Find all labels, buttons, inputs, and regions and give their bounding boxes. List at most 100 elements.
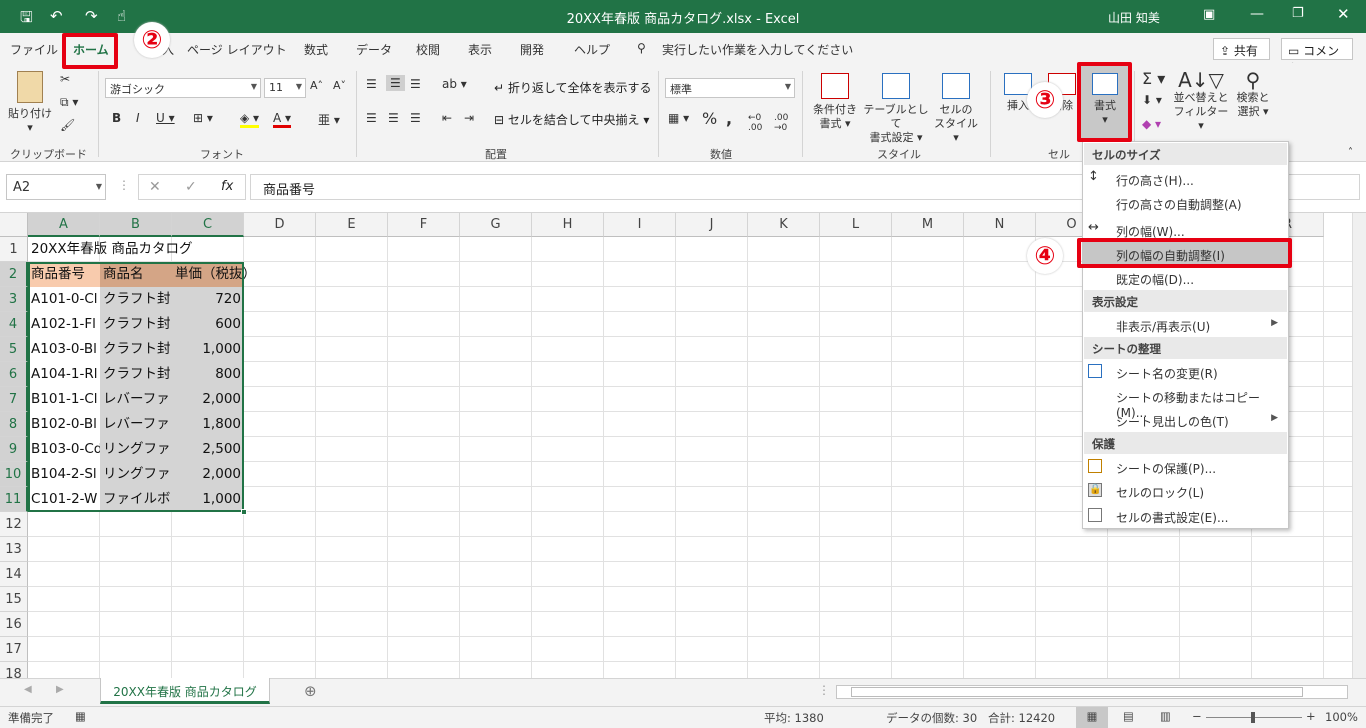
row-header[interactable]: 16 (0, 612, 28, 637)
add-sheet-icon[interactable]: ⊕ (304, 682, 317, 700)
menu-rename-sheet[interactable]: シート名の変更(R) (1083, 360, 1288, 384)
column-header[interactable]: A (28, 213, 100, 237)
cancel-icon[interactable]: ✕ (149, 179, 161, 195)
format-as-table-button[interactable]: テーブルとして 書式設定 ▾ (863, 73, 929, 145)
menu-row-autofit[interactable]: 行の高さの自動調整(A) (1083, 191, 1288, 215)
cut-icon[interactable]: ✂ (60, 72, 70, 86)
zoom-out-icon[interactable]: − (1192, 709, 1202, 723)
row-header[interactable]: 18 (0, 662, 28, 678)
column-header[interactable]: D (244, 213, 316, 237)
column-header[interactable]: I (604, 213, 676, 237)
zoom-level[interactable]: 100% (1325, 710, 1358, 724)
row-header[interactable]: 10 (0, 462, 28, 487)
merge-center-button[interactable]: ⊟ セルを結合して中央揃え ▾ (494, 111, 649, 128)
zoom-in-icon[interactable]: + (1306, 709, 1316, 723)
menu-format-cells[interactable]: セルの書式設定(E)... (1083, 504, 1288, 528)
font-name-combo[interactable]: 游ゴシック ▼ (105, 78, 261, 98)
row-header[interactable]: 1 (0, 237, 28, 262)
tab-formulas[interactable]: 数式 (304, 41, 328, 58)
column-header[interactable]: N (964, 213, 1036, 237)
sheet-title[interactable]: 20XX年春版 商品カタログ (28, 237, 288, 262)
number-format-combo[interactable]: 標準 ▼ (665, 78, 795, 98)
scroll-thumb[interactable] (851, 687, 1303, 697)
column-header[interactable]: C (172, 213, 244, 237)
tab-help[interactable]: ヘルプ (574, 41, 610, 58)
tab-review[interactable]: 校閲 (416, 41, 440, 58)
close-icon[interactable]: ✕ (1337, 5, 1350, 23)
font-color-icon[interactable]: A ▾ (273, 111, 292, 128)
decrease-indent-icon[interactable]: ⇤ (442, 111, 452, 125)
wrap-text-button[interactable]: ↵ 折り返して全体を表示する (494, 79, 652, 96)
increase-decimal-icon[interactable]: ←0.00 (748, 113, 762, 133)
row-header[interactable]: 13 (0, 537, 28, 562)
enter-icon[interactable]: ✓ (185, 179, 197, 195)
comment-button[interactable]: ▭ コメント (1281, 38, 1353, 75)
row-header[interactable]: 6 (0, 362, 28, 387)
fill-color-icon[interactable]: ◈ ▾ (240, 111, 260, 128)
row-header[interactable]: 5 (0, 337, 28, 362)
tab-file[interactable]: ファイル (10, 41, 58, 58)
grow-font-icon[interactable]: A˄ (310, 79, 323, 92)
column-header[interactable]: L (820, 213, 892, 237)
row-header[interactable]: 17 (0, 637, 28, 662)
decrease-decimal-icon[interactable]: .00 →0 (774, 113, 788, 133)
row-header[interactable]: 3 (0, 287, 28, 312)
tell-me-box[interactable]: 実行したい作業を入力してください (662, 41, 853, 58)
column-header[interactable]: G (460, 213, 532, 237)
tab-developer[interactable]: 開発 (520, 41, 544, 58)
autosum-icon[interactable]: Σ ▾ (1142, 69, 1165, 88)
menu-lock-cell[interactable]: 🔒 セルのロック(L) (1083, 479, 1288, 503)
percent-button[interactable]: % (702, 109, 717, 128)
italic-button[interactable]: I (136, 111, 140, 125)
column-header[interactable]: F (388, 213, 460, 237)
restore-icon[interactable]: ❐ (1292, 6, 1304, 21)
phonetic-icon[interactable]: 亜 ▾ (318, 111, 340, 128)
copy-icon[interactable]: ⧉ ▾ (60, 95, 78, 110)
conditional-formatting-button[interactable]: 条件付き 書式 ▾ (810, 73, 860, 131)
horizontal-scrollbar[interactable] (836, 685, 1348, 699)
sort-filter-button[interactable]: A↓▽ 並べ替えと フィルター ▾ (1172, 70, 1230, 133)
ribbon-display-icon[interactable]: ▣ (1203, 7, 1215, 22)
column-header[interactable]: M (892, 213, 964, 237)
cell-styles-button[interactable]: セルの スタイル ▾ (930, 73, 982, 145)
increase-indent-icon[interactable]: ⇥ (464, 111, 474, 125)
sheet-tab-active[interactable]: 20XX年春版 商品カタログ (100, 678, 270, 704)
row-header[interactable]: 4 (0, 312, 28, 337)
prev-sheet-icon[interactable]: ◀ (24, 684, 32, 695)
column-header[interactable]: E (316, 213, 388, 237)
align-bottom-icon[interactable]: ☰ (410, 77, 421, 91)
menu-move-copy[interactable]: シートの移動またはコピー(M)... (1083, 384, 1288, 420)
accounting-format-icon[interactable]: ▦ ▾ (668, 111, 689, 125)
page-break-view-icon[interactable]: ▥ (1160, 709, 1171, 723)
tab-page-layout[interactable]: ページ レイアウト (187, 41, 287, 58)
tab-data[interactable]: データ (356, 41, 392, 58)
row-header[interactable]: 11 (0, 487, 28, 512)
row-header[interactable]: 7 (0, 387, 28, 412)
row-header[interactable]: 8 (0, 412, 28, 437)
menu-hide-unhide[interactable]: 非表示/再表示(U) ▶ (1083, 313, 1288, 337)
clear-icon[interactable]: ◆ ▾ (1142, 117, 1161, 131)
row-header[interactable]: 2 (0, 262, 28, 287)
user-name[interactable]: 山田 知美 (1108, 9, 1160, 26)
fill-icon[interactable]: ⬇ ▾ (1142, 93, 1162, 107)
find-select-button[interactable]: ⚲ 検索と 選択 ▾ (1230, 70, 1276, 119)
fill-handle[interactable] (241, 509, 247, 515)
insert-function-icon[interactable]: fx (221, 179, 233, 194)
bold-button[interactable]: B (112, 111, 121, 125)
vertical-scrollbar[interactable] (1352, 213, 1366, 678)
align-center-icon[interactable]: ☰ (388, 111, 399, 125)
border-icon[interactable]: ⊞ ▾ (193, 111, 213, 125)
row-header[interactable]: 9 (0, 437, 28, 462)
select-all-corner[interactable] (0, 213, 28, 237)
column-header[interactable]: H (532, 213, 604, 237)
row-header[interactable]: 15 (0, 587, 28, 612)
name-box[interactable]: A2 ▼ (6, 174, 106, 200)
menu-row-height[interactable]: ↕ 行の高さ(H)... (1083, 167, 1288, 191)
shrink-font-icon[interactable]: A˅ (333, 79, 346, 92)
format-painter-icon[interactable]: 🖌 (60, 118, 75, 132)
row-header[interactable]: 12 (0, 512, 28, 537)
align-left-icon[interactable]: ☰ (366, 111, 377, 125)
page-layout-view-icon[interactable]: ▤ (1123, 709, 1134, 723)
underline-button[interactable]: U ▾ (156, 111, 175, 125)
minimize-icon[interactable]: — (1250, 6, 1264, 22)
